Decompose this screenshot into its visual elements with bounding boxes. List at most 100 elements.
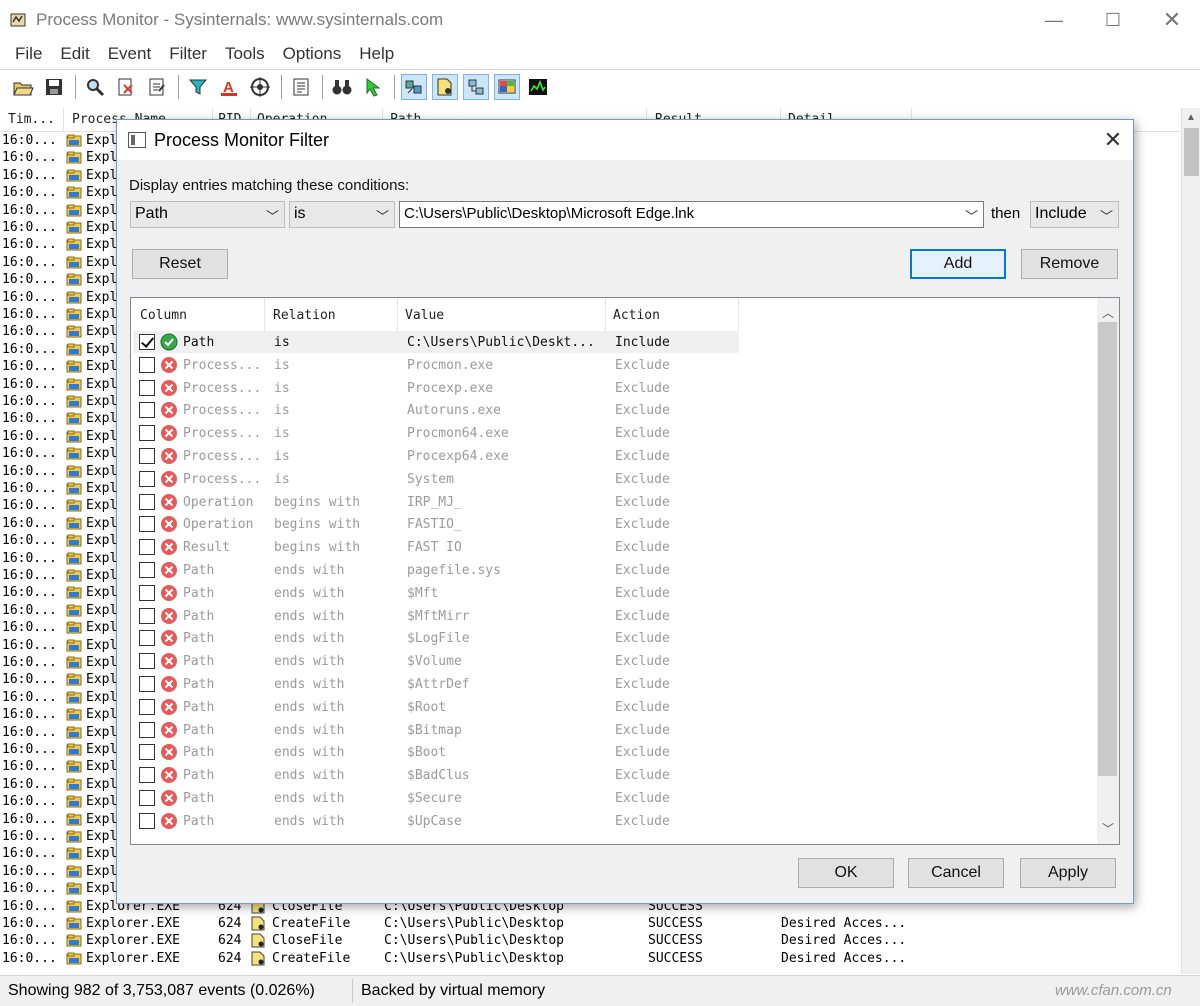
clear-icon[interactable]: [113, 74, 139, 100]
filter-rule-row[interactable]: Path ends with pagefile.sys Exclude: [131, 559, 1101, 582]
reset-button[interactable]: Reset: [132, 249, 228, 279]
rule-enabled-checkbox[interactable]: [139, 493, 155, 510]
jump-icon[interactable]: [288, 74, 314, 100]
menu-options[interactable]: Options: [274, 44, 351, 64]
rule-enabled-checkbox[interactable]: [139, 676, 155, 692]
action-select[interactable]: Include ﹀: [1030, 201, 1119, 228]
filter-rule-row[interactable]: Path ends with $Bitmap Exclude: [131, 719, 1101, 742]
rule-enabled-checkbox[interactable]: [139, 790, 155, 806]
rule-enabled-checkbox[interactable]: [139, 584, 155, 601]
filter-rule-row[interactable]: Operation begins with FASTIO_ Exclude: [131, 513, 1101, 536]
menu-tools[interactable]: Tools: [216, 44, 274, 64]
table-row[interactable]: 16:0... Explorer.EXE 624 CreateFile C:\Users…: [0, 915, 1180, 932]
save-icon[interactable]: [41, 74, 67, 100]
table-row[interactable]: 16:0... Explorer.EXE 624 CreateFile C:\Users…: [0, 950, 1180, 967]
column-select[interactable]: Path ﹀: [130, 201, 285, 228]
remove-button[interactable]: Remove: [1021, 249, 1118, 279]
scroll-up-arrow-icon[interactable]: ︿: [1102, 304, 1114, 321]
header-relation[interactable]: Relation: [273, 308, 336, 323]
filter-rule-row[interactable]: Path ends with $LogFile Exclude: [131, 627, 1101, 650]
menu-event[interactable]: Event: [99, 44, 160, 64]
close-button[interactable]: ✕: [1152, 6, 1192, 34]
process-activity-icon[interactable]: [494, 73, 520, 100]
menu-edit[interactable]: Edit: [51, 44, 98, 64]
profiling-icon[interactable]: [525, 74, 551, 100]
menu-file[interactable]: File: [6, 44, 51, 64]
rule-enabled-checkbox[interactable]: [139, 402, 155, 419]
search-icon[interactable]: [82, 74, 108, 100]
file-activity-icon[interactable]: [432, 73, 458, 100]
filter-icon[interactable]: [185, 74, 211, 100]
highlight-icon[interactable]: A: [216, 74, 242, 100]
ok-button[interactable]: OK: [798, 858, 894, 888]
rule-enabled-checkbox[interactable]: [139, 812, 155, 829]
scrollbar-thumb[interactable]: [1184, 128, 1199, 176]
filter-rule-row[interactable]: Path ends with $Boot Exclude: [131, 741, 1101, 764]
rule-enabled-checkbox[interactable]: [139, 698, 155, 715]
rule-enabled-checkbox[interactable]: [139, 356, 155, 373]
rule-enabled-checkbox[interactable]: [139, 470, 155, 487]
scrollbar-thumb[interactable]: [1098, 322, 1117, 776]
maximize-button[interactable]: ☐: [1093, 6, 1133, 34]
filter-rule-row[interactable]: Path ends with $Mft Exclude: [131, 582, 1101, 605]
open-icon[interactable]: [10, 74, 36, 100]
filter-rule-row[interactable]: Path ends with $AttrDef Exclude: [131, 673, 1101, 696]
relation-select[interactable]: is ﹀: [289, 201, 395, 228]
rule-enabled-checkbox[interactable]: [139, 630, 155, 647]
dialog-close-button[interactable]: ✕: [1095, 126, 1131, 154]
filter-rule-row[interactable]: Path ends with $BadClus Exclude: [131, 764, 1101, 787]
network-activity-icon[interactable]: [463, 73, 489, 100]
filter-rules-list[interactable]: Column Relation Value Action Path is C:\Us…: [130, 297, 1120, 845]
filter-rule-row[interactable]: Path ends with $Volume Exclude: [131, 650, 1101, 673]
filter-rule-row[interactable]: Path ends with $Secure Exclude: [131, 787, 1101, 810]
event-list-scrollbar[interactable]: ▲: [1181, 108, 1200, 974]
rule-column: Path: [183, 791, 215, 806]
rule-enabled-checkbox[interactable]: [139, 653, 155, 670]
rule-enabled-checkbox[interactable]: [139, 721, 155, 738]
header-action[interactable]: Action: [613, 308, 660, 323]
filter-rule-row[interactable]: Result begins with FAST IO Exclude: [131, 536, 1101, 559]
rule-enabled-checkbox[interactable]: [139, 539, 155, 556]
filter-rule-row[interactable]: Operation begins with IRP_MJ_ Exclude: [131, 491, 1101, 514]
filter-rule-row[interactable]: Process... is Procmon64.exe Exclude: [131, 422, 1101, 445]
add-button[interactable]: Add: [910, 249, 1006, 279]
filter-rule-row[interactable]: Path is C:\Users\Public\Deskt... Include: [131, 331, 1101, 354]
find-icon[interactable]: [329, 74, 355, 100]
rule-value: Procexp.exe: [407, 380, 494, 396]
cancel-button[interactable]: Cancel: [908, 858, 1004, 888]
scroll-down-arrow-icon[interactable]: ﹀: [1102, 820, 1114, 837]
target-icon[interactable]: [247, 74, 273, 100]
rule-enabled-checkbox[interactable]: [139, 562, 155, 578]
value-combobox[interactable]: C:\Users\Public\Desktop\Microsoft Edge.l…: [399, 201, 984, 228]
filter-rule-row[interactable]: Process... is Procmon.exe Exclude: [131, 354, 1101, 377]
rule-enabled-checkbox[interactable]: [139, 448, 155, 464]
event-process-name: Expl: [86, 533, 118, 549]
menu-filter[interactable]: Filter: [160, 44, 216, 64]
filter-rule-row[interactable]: Process... is Autoruns.exe Exclude: [131, 399, 1101, 422]
rule-enabled-checkbox[interactable]: [139, 607, 155, 624]
rule-enabled-checkbox[interactable]: [139, 379, 155, 396]
filter-rule-row[interactable]: Path ends with $Root Exclude: [131, 696, 1101, 719]
filter-rule-row[interactable]: Process... is Procexp64.exe Exclude: [131, 445, 1101, 468]
rule-enabled-checkbox[interactable]: [139, 516, 155, 533]
rule-enabled-checkbox[interactable]: [139, 334, 155, 350]
filter-rule-row[interactable]: Path ends with $MftMirr Exclude: [131, 605, 1101, 628]
rule-enabled-checkbox[interactable]: [139, 744, 155, 761]
table-row[interactable]: 16:0... Explorer.EXE 624 CloseFile C:\Users\…: [0, 932, 1180, 949]
scroll-up-arrow-icon[interactable]: ▲: [1186, 112, 1196, 123]
header-column[interactable]: Column: [140, 308, 187, 323]
filter-rule-row[interactable]: Process... is Procexp.exe Exclude: [131, 377, 1101, 400]
registry-activity-icon[interactable]: [401, 73, 427, 100]
header-value[interactable]: Value: [405, 308, 444, 323]
rule-enabled-checkbox[interactable]: [139, 767, 155, 784]
header-time[interactable]: Tim...: [8, 112, 55, 127]
autoscroll-icon[interactable]: [144, 74, 170, 100]
filter-rule-row[interactable]: Path ends with $UpCase Exclude: [131, 810, 1101, 833]
menu-help[interactable]: Help: [350, 44, 403, 64]
filter-list-scrollbar[interactable]: ︿ ﹀: [1097, 298, 1119, 844]
apply-button[interactable]: Apply: [1020, 858, 1116, 888]
rule-enabled-checkbox[interactable]: [139, 425, 155, 442]
minimize-button[interactable]: —: [1034, 6, 1074, 34]
filter-rule-row[interactable]: Process... is System Exclude: [131, 468, 1101, 491]
jump-to-icon[interactable]: [360, 74, 386, 100]
